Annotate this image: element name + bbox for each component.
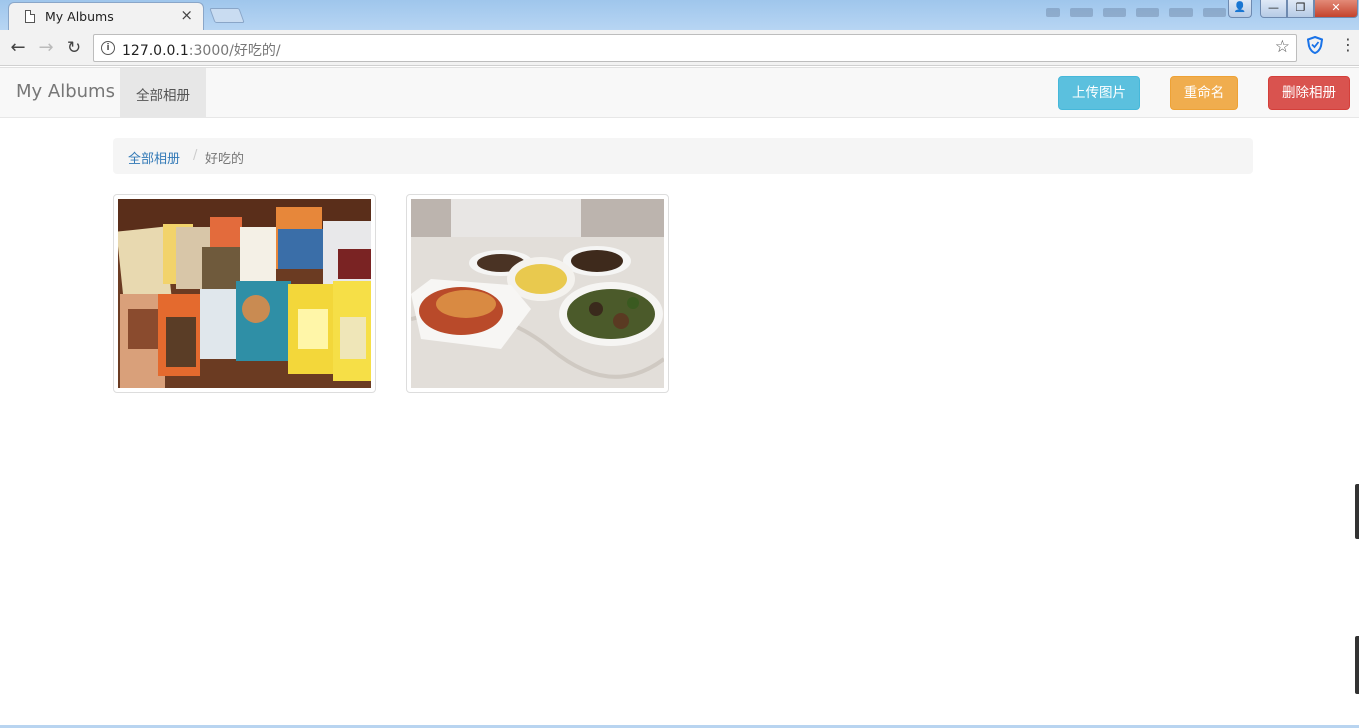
snack-packages-photo [118,199,371,388]
close-window-button[interactable]: ✕ [1314,0,1358,18]
delete-album-button[interactable]: 删除相册 [1268,76,1350,110]
photo-thumbnail[interactable] [113,194,376,393]
url-text[interactable]: 127.0.0.1:3000/好吃的/ [122,40,281,60]
window-controls: — ❐ ✕ [1260,0,1358,18]
nav-item-all-albums[interactable]: 全部相册 [120,68,206,118]
url-path: :3000/好吃的/ [188,43,281,59]
new-tab-button[interactable] [209,8,245,23]
scroll-handle[interactable] [1355,636,1359,694]
bookmark-star-icon[interactable]: ☆ [1275,37,1290,57]
tab-close-icon[interactable]: × [180,7,193,23]
photo-thumbnail[interactable] [406,194,669,393]
breadcrumb-separator: / [193,148,198,163]
browser-menu-icon[interactable]: ⋮ [1340,37,1356,53]
back-arrow-icon[interactable]: ← [6,36,30,60]
dinner-table-photo [411,199,664,388]
brand-link[interactable]: My Albums [16,81,115,102]
browser-titlebar: My Albums × 👤 — ❐ ✕ [0,0,1359,30]
upload-photo-button[interactable]: 上传图片 [1058,76,1140,110]
browser-toolbar: ← → ↻ i 127.0.0.1:3000/好吃的/ ☆ [0,30,1359,66]
tab-title: My Albums [45,9,114,24]
minimize-button[interactable]: — [1260,0,1287,18]
user-icon[interactable]: 👤 [1228,0,1252,18]
address-bar[interactable]: i 127.0.0.1:3000/好吃的/ ☆ [93,34,1297,62]
shield-extension-icon[interactable] [1307,36,1323,54]
browser-tab[interactable]: My Albums × [8,2,204,30]
restore-button[interactable]: ❐ [1287,0,1314,18]
blurred-bookmarks [1046,8,1226,22]
rename-button[interactable]: 重命名 [1170,76,1238,110]
scroll-handle[interactable] [1355,484,1359,539]
site-navbar: My Albums 全部相册 上传图片 重命名 删除相册 [0,67,1359,118]
nav-item-label: 全部相册 [136,88,190,104]
info-icon[interactable]: i [101,41,115,55]
url-host: 127.0.0.1 [122,43,189,59]
forward-arrow-icon[interactable]: → [34,36,58,60]
reload-icon[interactable]: ↻ [62,36,86,60]
breadcrumb-link-all-albums[interactable]: 全部相册 [128,148,180,167]
page-icon [25,10,35,23]
breadcrumb-current: 好吃的 [205,152,245,167]
breadcrumb: 全部相册 / 好吃的 [113,138,1253,174]
